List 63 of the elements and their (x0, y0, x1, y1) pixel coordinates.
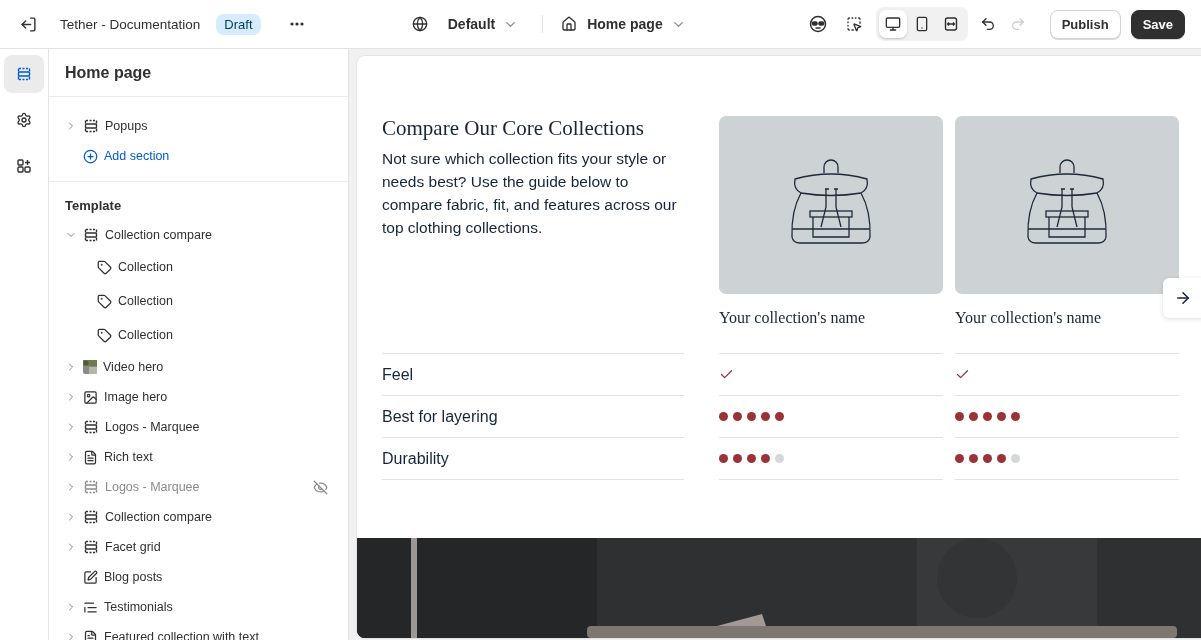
feature-label: Durability (382, 437, 684, 480)
collection-name: Your collection's name (955, 309, 1103, 327)
document-icon (83, 629, 98, 640)
home-icon (561, 16, 578, 32)
feature-label: Best for layering (382, 395, 684, 437)
status-badge: Draft (216, 13, 261, 35)
full-width-icon (942, 16, 959, 32)
publish-button[interactable]: Publish (1049, 9, 1121, 39)
section-item[interactable]: Video hero (49, 352, 348, 382)
group-title: Template (64, 196, 123, 215)
settings-icon (16, 112, 32, 128)
globe-icon (411, 16, 428, 32)
device-button[interactable] (878, 10, 907, 38)
section-icon (83, 118, 99, 134)
theme-dropdown[interactable]: Default (441, 12, 525, 36)
section-item[interactable]: Image hero (49, 382, 348, 412)
section-item[interactable]: Collection (49, 284, 348, 318)
section-item[interactable]: Rich text (49, 442, 348, 472)
eye-off-icon (313, 479, 328, 495)
section-description: Not sure which collection fits your style or needs best? Use the guide below to compare fabric, fit, and features across our top clothing collections. (382, 149, 678, 238)
feature-label: Feel (382, 353, 684, 395)
tag-icon (97, 327, 112, 343)
page-dropdown[interactable]: Home page (581, 12, 692, 36)
section-item[interactable]: Facet grid (49, 532, 348, 562)
section-icon (83, 419, 99, 435)
section-item[interactable]: Logos - Marquee (49, 412, 348, 442)
sidebar-title: Home page (49, 49, 348, 97)
rail-button[interactable] (4, 55, 44, 93)
section-item[interactable]: Collection compare (49, 220, 348, 250)
plus-icon (83, 148, 98, 164)
next-button[interactable] (1163, 278, 1201, 318)
edit-icon (83, 569, 98, 585)
desktop-icon (884, 16, 901, 32)
undo-icon (979, 16, 996, 32)
document-icon (83, 449, 98, 465)
section-item[interactable]: Logos - Marquee (49, 472, 348, 502)
tag-icon (97, 259, 112, 275)
section-icon (83, 509, 99, 525)
collection-name: Your collection's name (719, 309, 867, 327)
section-item[interactable]: Popups (49, 111, 348, 141)
section-heading: Compare Our Core Collections (382, 116, 645, 141)
redo-icon (1009, 16, 1026, 32)
section-icon (83, 539, 99, 555)
arrow-right-icon (1174, 289, 1192, 307)
exit-icon (19, 15, 37, 33)
section-item[interactable]: Collection (49, 250, 348, 284)
section-icon (83, 227, 99, 243)
glasses-face-icon (808, 15, 827, 33)
section-item[interactable]: Testimonials (49, 592, 348, 622)
apps-icon (16, 158, 32, 174)
image-icon (83, 389, 98, 405)
section-icon (83, 479, 99, 495)
section-item[interactable]: Collection compare (49, 502, 348, 532)
theme-title: Tether - Documentation (60, 16, 201, 32)
add-section-button[interactable]: Add section (65, 141, 170, 171)
tag-icon (97, 293, 112, 309)
save-button[interactable]: Save (1130, 9, 1185, 39)
section-item[interactable]: Collection (49, 318, 348, 352)
more-icon (289, 22, 304, 26)
sections-icon (16, 66, 32, 82)
select-cursor-icon (845, 16, 862, 32)
section-item[interactable]: Blog posts (49, 562, 348, 592)
quote-icon (83, 599, 98, 615)
